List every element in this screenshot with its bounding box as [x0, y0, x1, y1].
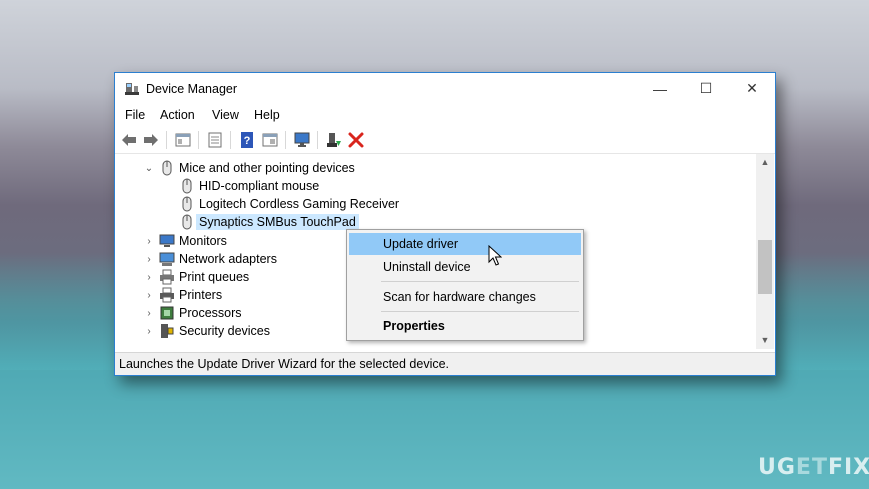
scroll-thumb[interactable] [758, 240, 772, 294]
toolbar: ? [115, 126, 775, 154]
tree-label: Security devices [179, 324, 271, 338]
expand-icon[interactable]: › [143, 272, 155, 283]
network-adapter-icon [159, 252, 175, 266]
window-title: Device Manager [146, 82, 238, 96]
tree-category-monitors[interactable]: › Monitors [143, 232, 227, 250]
close-icon: ✕ [746, 80, 758, 96]
processor-icon [160, 306, 174, 320]
toolbar-separator [166, 131, 167, 149]
print-queue-icon [160, 269, 174, 285]
tree-label: Monitors [179, 234, 227, 248]
tree-label: Processors [179, 306, 242, 320]
back-icon[interactable] [120, 131, 138, 149]
status-bar: Launches the Update Driver Wizard for th… [115, 352, 775, 375]
expand-icon[interactable]: › [143, 254, 155, 265]
view-icon[interactable] [261, 131, 279, 149]
tree-category-security-devices[interactable]: › Security devices [143, 322, 270, 340]
context-item-label: Scan for hardware changes [383, 290, 536, 304]
show-hide-console-tree-icon[interactable] [174, 131, 192, 149]
device-manager-icon [125, 83, 139, 95]
scroll-down-icon[interactable]: ▼ [756, 332, 774, 349]
mouse-cursor-icon [488, 245, 502, 266]
tree-label: HID-compliant mouse [199, 179, 320, 193]
mouse-icon [162, 160, 172, 176]
maximize-button[interactable]: ☐ [683, 73, 729, 104]
title-bar[interactable]: Device Manager — ☐ ✕ [115, 73, 775, 104]
tree-category-processors[interactable]: › Processors [143, 304, 242, 322]
tree-label: Printers [179, 288, 223, 302]
status-text: Launches the Update Driver Wizard for th… [119, 357, 450, 371]
tree-label: Print queues [179, 270, 250, 284]
tree-label: Synaptics SMBus TouchPad [196, 214, 359, 230]
menu-bar: File Action View Help [115, 104, 775, 126]
menu-view[interactable]: View [212, 108, 239, 122]
expand-icon[interactable]: › [143, 326, 155, 337]
context-item-label: Uninstall device [383, 260, 471, 274]
update-driver-icon[interactable] [325, 131, 343, 149]
uninstall-icon[interactable] [347, 131, 365, 149]
expand-icon[interactable]: › [143, 290, 155, 301]
mouse-icon [182, 214, 192, 230]
context-separator [381, 311, 579, 312]
context-separator [381, 281, 579, 282]
minimize-icon: — [653, 80, 667, 97]
tree-item-synaptics-touchpad[interactable]: Synaptics SMBus TouchPad [179, 213, 359, 231]
tree-category-print-queues[interactable]: › Print queues [143, 268, 249, 286]
minimize-button[interactable]: — [637, 73, 683, 104]
watermark-part: UG [758, 455, 796, 480]
watermark-part: FIX [827, 455, 869, 480]
context-update-driver[interactable]: Update driver [349, 233, 581, 255]
context-menu: Update driver Uninstall device Scan for … [346, 229, 584, 341]
tree-item-hid-mouse[interactable]: HID-compliant mouse [179, 177, 319, 195]
tree-item-logitech-receiver[interactable]: Logitech Cordless Gaming Receiver [179, 195, 399, 213]
watermark-part: ET [795, 455, 828, 480]
security-device-icon [161, 324, 174, 338]
toolbar-separator [198, 131, 199, 149]
context-uninstall-device[interactable]: Uninstall device [349, 256, 581, 278]
scroll-up-icon[interactable]: ▲ [756, 154, 774, 171]
tree-category-network-adapters[interactable]: › Network adapters [143, 250, 277, 268]
tree-label: Network adapters [179, 252, 277, 266]
collapse-icon[interactable]: ⌄ [143, 163, 155, 174]
toolbar-separator [317, 131, 318, 149]
context-properties[interactable]: Properties [349, 315, 581, 337]
watermark-logo: UGETFIX [758, 455, 869, 480]
help-icon[interactable]: ? [238, 131, 256, 149]
menu-help[interactable]: Help [254, 108, 280, 122]
expand-icon[interactable]: › [143, 236, 155, 247]
tree-category-mice[interactable]: ⌄ Mice and other pointing devices [143, 159, 355, 177]
maximize-icon: ☐ [699, 80, 713, 96]
monitor-scan-icon[interactable] [293, 131, 311, 149]
forward-icon[interactable] [142, 131, 160, 149]
mouse-icon [182, 178, 192, 194]
tree-label: Mice and other pointing devices [179, 161, 355, 175]
printer-icon [160, 287, 174, 303]
toolbar-separator [285, 131, 286, 149]
expand-icon[interactable]: › [143, 308, 155, 319]
context-item-label: Update driver [383, 237, 459, 251]
toolbar-separator [230, 131, 231, 149]
tree-category-printers[interactable]: › Printers [143, 286, 222, 304]
vertical-scrollbar[interactable]: ▲ ▼ [756, 154, 774, 349]
mouse-icon [182, 196, 192, 212]
menu-action[interactable]: Action [160, 108, 195, 122]
context-item-label: Properties [383, 319, 445, 333]
monitor-icon [159, 234, 175, 247]
properties-icon[interactable] [206, 131, 224, 149]
svg-text:?: ? [244, 135, 251, 147]
context-scan-hardware[interactable]: Scan for hardware changes [349, 286, 581, 308]
tree-label: Logitech Cordless Gaming Receiver [199, 197, 400, 211]
close-button[interactable]: ✕ [729, 73, 775, 104]
menu-file[interactable]: File [125, 108, 145, 122]
